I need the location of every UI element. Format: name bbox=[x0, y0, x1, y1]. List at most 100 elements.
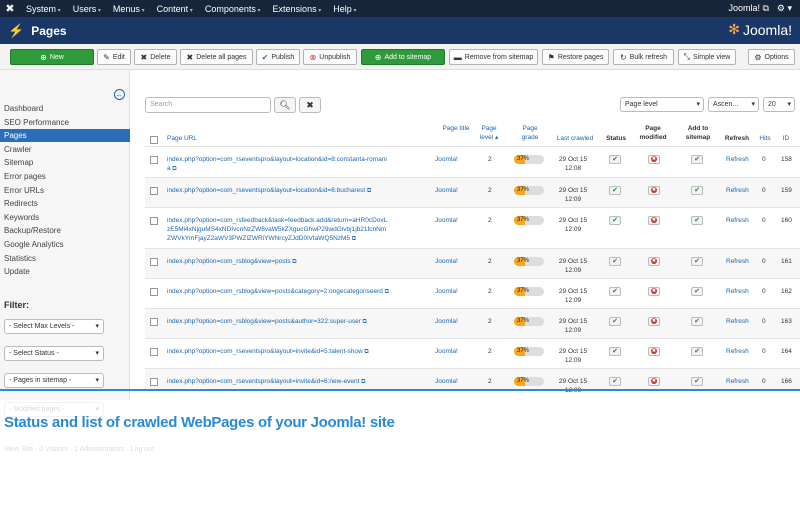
refresh-link[interactable]: Refresh bbox=[726, 377, 749, 386]
limit-select[interactable]: 20 bbox=[763, 97, 795, 112]
menu-components[interactable]: Components bbox=[199, 4, 267, 14]
collapse-sidebar-icon[interactable]: ← bbox=[114, 89, 125, 100]
sidebar-item-keywords[interactable]: Keywords bbox=[0, 211, 130, 224]
sidebar-item-crawler[interactable]: Crawler bbox=[0, 143, 130, 156]
options-button[interactable]: ⚙ Options bbox=[748, 49, 795, 65]
user-gear-icon[interactable]: ⚙ ▾ bbox=[777, 3, 792, 14]
row-checkbox[interactable] bbox=[150, 156, 158, 164]
page-url-link[interactable]: index.php?option=com_rsblog&view=posts&a… bbox=[167, 317, 389, 327]
page-url-link[interactable]: index.php?option=com_rseventspro&layout=… bbox=[167, 186, 389, 196]
sidebar-item-statistics[interactable]: Statistics bbox=[0, 252, 130, 265]
publish-button[interactable]: ✔ Publish bbox=[256, 49, 300, 65]
status-select[interactable]: - Select Status - bbox=[4, 346, 104, 361]
restore-pages-button[interactable]: ⚑ Restore pages bbox=[542, 49, 609, 65]
page-url-link[interactable]: index.php?option=com_rseventspro&layout=… bbox=[167, 377, 389, 387]
menu-menus[interactable]: Menus bbox=[107, 4, 151, 14]
page-title-link[interactable]: Joomla! bbox=[435, 317, 458, 326]
edit-button[interactable]: ✎ Edit bbox=[97, 49, 131, 65]
modified-badge[interactable]: ✖ bbox=[648, 186, 660, 195]
col-page-url[interactable]: Page URL bbox=[167, 134, 197, 143]
row-checkbox[interactable] bbox=[150, 348, 158, 356]
page-title-link[interactable]: Joomla! bbox=[435, 155, 458, 164]
page-url-link[interactable]: index.php?option=com_rsblog&view=posts bbox=[167, 257, 389, 267]
delete-all-button[interactable]: ✖ Delete all pages bbox=[180, 49, 253, 65]
page-title-link[interactable]: Joomla! bbox=[435, 257, 458, 266]
refresh-link[interactable]: Refresh bbox=[726, 186, 749, 195]
page-url-link[interactable]: index.php?option=com_rsfeedback&task=fee… bbox=[167, 216, 389, 244]
sidebar-item-redirects[interactable]: Redirects bbox=[0, 197, 130, 210]
menu-users[interactable]: Users bbox=[67, 4, 107, 14]
joomla-logo-icon[interactable]: ✖ bbox=[0, 2, 20, 15]
simple-view-button[interactable]: ⤡ Simple view bbox=[678, 49, 736, 65]
col-hits[interactable]: Hits bbox=[754, 134, 776, 143]
direction-select[interactable]: Ascen... bbox=[708, 97, 759, 112]
sitemap-select[interactable]: - Pages in sitemap - bbox=[4, 373, 104, 388]
refresh-link[interactable]: Refresh bbox=[726, 155, 749, 164]
search-button[interactable]: 🔍︎ bbox=[274, 97, 296, 113]
sitemap-badge[interactable]: ✔ bbox=[691, 347, 703, 356]
remove-from-sitemap-button[interactable]: ▬ Remove from sitemap bbox=[449, 49, 538, 65]
row-checkbox[interactable] bbox=[150, 217, 158, 225]
select-all-checkbox[interactable] bbox=[150, 136, 158, 144]
status-badge[interactable]: ✔ bbox=[609, 317, 621, 326]
unpublish-button[interactable]: ⊗ Unpublish bbox=[303, 49, 357, 65]
sidebar-item-dashboard[interactable]: Dashboard bbox=[0, 102, 130, 115]
col-page-title[interactable]: Page title bbox=[442, 124, 470, 133]
modified-badge[interactable]: ✖ bbox=[648, 155, 660, 164]
delete-button[interactable]: ✖ Delete bbox=[134, 49, 177, 65]
refresh-link[interactable]: Refresh bbox=[726, 257, 749, 266]
status-badge[interactable]: ✔ bbox=[609, 186, 621, 195]
col-page-level[interactable]: Page level ▴ bbox=[474, 124, 504, 142]
col-last-crawled[interactable]: Last crawled bbox=[549, 134, 601, 143]
row-checkbox[interactable] bbox=[150, 258, 158, 266]
row-checkbox[interactable] bbox=[150, 378, 158, 386]
status-badge[interactable]: ✔ bbox=[609, 155, 621, 164]
sitemap-badge[interactable]: ✔ bbox=[691, 287, 703, 296]
sidebar-item-google-analytics[interactable]: Google Analytics bbox=[0, 238, 130, 251]
refresh-link[interactable]: Refresh bbox=[726, 317, 749, 326]
page-title-link[interactable]: Joomla! bbox=[435, 216, 458, 225]
modified-badge[interactable]: ✖ bbox=[648, 347, 660, 356]
sidebar-item-error-pages[interactable]: Error pages bbox=[0, 170, 130, 183]
status-badge[interactable]: ✔ bbox=[609, 257, 621, 266]
clear-search-button[interactable]: ✖ bbox=[299, 97, 321, 113]
status-badge[interactable]: ✔ bbox=[609, 287, 621, 296]
search-input[interactable]: Search bbox=[145, 97, 271, 113]
page-title-link[interactable]: Joomla! bbox=[435, 377, 458, 386]
sidebar-item-seo-performance[interactable]: SEO Performance bbox=[0, 116, 130, 129]
sitemap-badge[interactable]: ✔ bbox=[691, 257, 703, 266]
menu-system[interactable]: System bbox=[20, 4, 67, 14]
sidebar-item-update[interactable]: Update bbox=[0, 265, 130, 278]
refresh-link[interactable]: Refresh bbox=[726, 287, 749, 296]
page-url-link[interactable]: index.php?option=com_rsblog&view=posts&c… bbox=[167, 287, 389, 297]
sidebar-item-pages[interactable]: Pages bbox=[0, 129, 130, 142]
page-title-link[interactable]: Joomla! bbox=[435, 186, 458, 195]
status-badge[interactable]: ✔ bbox=[609, 216, 621, 225]
refresh-link[interactable]: Refresh bbox=[726, 347, 749, 356]
sidebar-item-sitemap[interactable]: Sitemap bbox=[0, 156, 130, 169]
sidebar-item-error-urls[interactable]: Error URLs bbox=[0, 184, 130, 197]
sidebar-item-backup-restore[interactable]: Backup/Restore bbox=[0, 224, 130, 237]
add-to-sitemap-button[interactable]: ⊕ Add to sitemap bbox=[361, 49, 445, 65]
refresh-link[interactable]: Refresh bbox=[726, 216, 749, 225]
status-badge[interactable]: ✔ bbox=[609, 377, 621, 386]
row-checkbox[interactable] bbox=[150, 318, 158, 326]
page-title-link[interactable]: Joomla! bbox=[435, 287, 458, 296]
row-checkbox[interactable] bbox=[150, 288, 158, 296]
menu-content[interactable]: Content bbox=[151, 4, 199, 14]
page-url-link[interactable]: index.php?option=com_rseventspro&layout=… bbox=[167, 347, 389, 357]
modified-badge[interactable]: ✖ bbox=[648, 317, 660, 326]
col-page-grade[interactable]: Page grade bbox=[514, 124, 546, 142]
page-url-link[interactable]: index.php?option=com_rseventspro&layout=… bbox=[167, 155, 389, 174]
row-checkbox[interactable] bbox=[150, 187, 158, 195]
sitemap-badge[interactable]: ✔ bbox=[691, 377, 703, 386]
order-select[interactable]: Page level bbox=[620, 97, 704, 112]
max-levels-select[interactable]: - Select Max Levels - bbox=[4, 319, 104, 334]
site-link[interactable]: Joomla! ⧉ bbox=[728, 3, 768, 14]
modified-badge[interactable]: ✖ bbox=[648, 216, 660, 225]
sitemap-badge[interactable]: ✔ bbox=[691, 186, 703, 195]
new-button[interactable]: ⊕ New bbox=[10, 49, 94, 65]
sitemap-badge[interactable]: ✔ bbox=[691, 317, 703, 326]
modified-badge[interactable]: ✖ bbox=[648, 287, 660, 296]
menu-extensions[interactable]: Extensions bbox=[267, 4, 328, 14]
